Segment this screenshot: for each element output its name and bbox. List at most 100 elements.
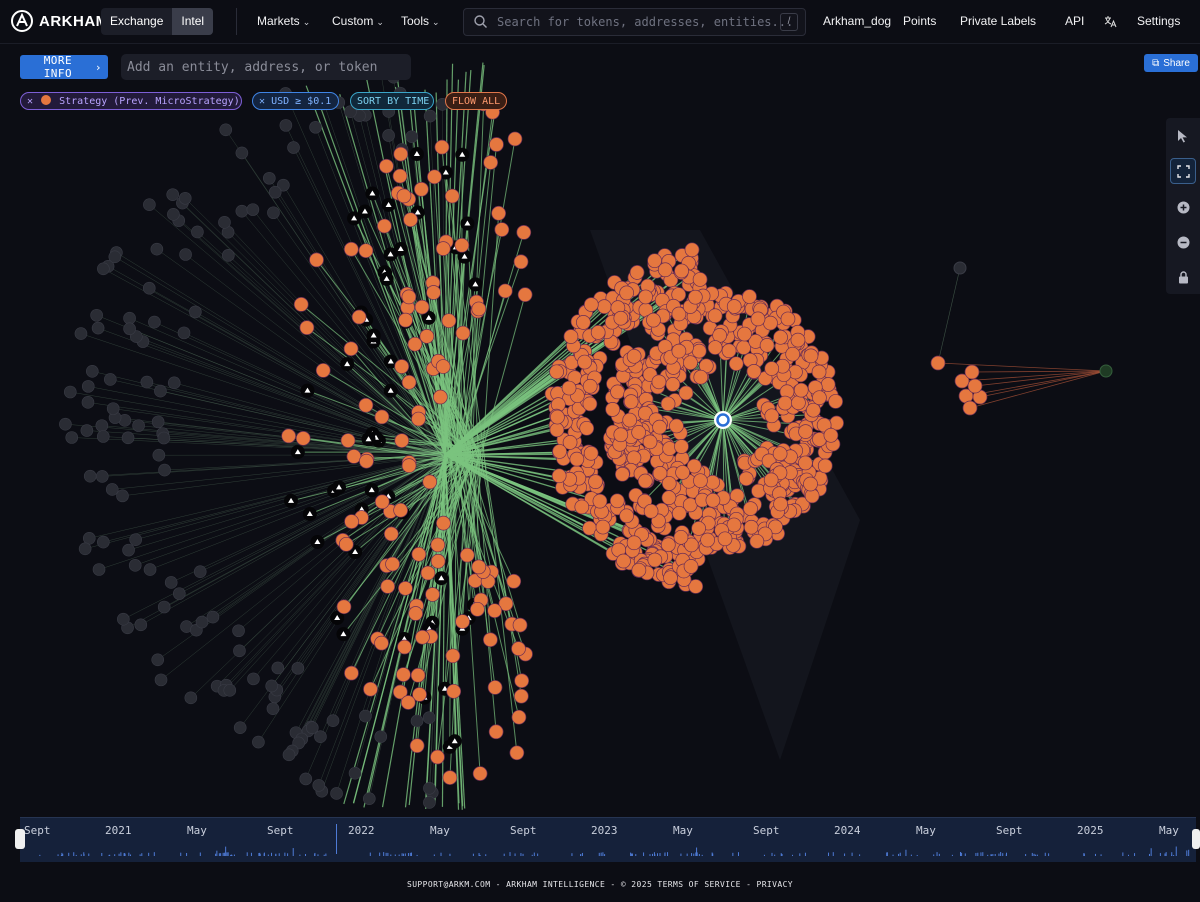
- entity-node[interactable]: [422, 474, 438, 490]
- address-node[interactable]: [134, 618, 148, 632]
- entity-node[interactable]: [619, 285, 635, 301]
- entity-node[interactable]: [605, 402, 620, 417]
- tools-menu[interactable]: Tools ⌄: [401, 0, 440, 43]
- entity-node[interactable]: [497, 283, 513, 299]
- address-node[interactable]: [96, 430, 110, 443]
- entity-node[interactable]: [435, 359, 451, 374]
- close-icon[interactable]: ✕: [27, 96, 33, 107]
- address-node[interactable]: [106, 402, 120, 415]
- entity-node[interactable]: [962, 400, 978, 416]
- exchange-node[interactable]: [357, 204, 372, 219]
- exchange-node[interactable]: [447, 734, 462, 749]
- entity-node[interactable]: [351, 309, 367, 325]
- entity-node[interactable]: [459, 547, 475, 563]
- entity-node[interactable]: [806, 402, 821, 418]
- address-node[interactable]: [140, 375, 154, 389]
- entity-node[interactable]: [377, 218, 392, 234]
- entity-node[interactable]: [616, 553, 631, 569]
- exchange-node[interactable]: [468, 277, 483, 292]
- entity-node[interactable]: [441, 313, 457, 329]
- entity-node[interactable]: [798, 424, 813, 439]
- entity-node[interactable]: [705, 474, 721, 490]
- exchange-node[interactable]: [302, 507, 317, 522]
- entity-node[interactable]: [393, 146, 409, 162]
- entity-node[interactable]: [436, 515, 451, 531]
- entity-node[interactable]: [652, 419, 667, 435]
- entity-node[interactable]: [517, 287, 533, 303]
- entity-node[interactable]: [549, 364, 564, 380]
- address-node[interactable]: [166, 188, 180, 201]
- exchange-node[interactable]: [381, 197, 396, 212]
- entity-node[interactable]: [401, 374, 417, 390]
- entity-node[interactable]: [683, 559, 699, 574]
- strategy-hub-node[interactable]: [714, 411, 732, 429]
- address-node[interactable]: [291, 661, 305, 675]
- entity-node[interactable]: [678, 385, 694, 401]
- entity-node[interactable]: [511, 641, 526, 657]
- strategy-entity-filter-chip[interactable]: ✕ Strategy (Prev. MicroStrategy): [20, 92, 242, 110]
- address-node[interactable]: [123, 322, 136, 336]
- exchange-node[interactable]: [361, 432, 376, 447]
- address-node[interactable]: [247, 672, 260, 686]
- address-node[interactable]: [97, 535, 110, 549]
- entity-node[interactable]: [693, 369, 709, 385]
- entity-node[interactable]: [671, 505, 687, 521]
- entity-node[interactable]: [359, 453, 374, 469]
- address-node[interactable]: [128, 559, 142, 572]
- address-node[interactable]: [91, 321, 105, 335]
- address-node[interactable]: [148, 315, 161, 329]
- address-node[interactable]: [157, 600, 171, 614]
- address-node[interactable]: [92, 563, 106, 576]
- entity-node[interactable]: [420, 565, 436, 581]
- entity-node[interactable]: [631, 425, 646, 440]
- sort-by-time-chip[interactable]: SORT BY TIME: [350, 92, 434, 110]
- address-node[interactable]: [405, 130, 419, 143]
- entity-node[interactable]: [693, 473, 708, 489]
- entity-node[interactable]: [629, 265, 645, 280]
- exchange-node[interactable]: [383, 383, 398, 398]
- address-node[interactable]: [223, 684, 237, 697]
- entity-node[interactable]: [414, 181, 429, 197]
- privacy-link[interactable]: PRIVACY: [757, 880, 794, 889]
- entity-node[interactable]: [651, 374, 667, 390]
- address-node[interactable]: [85, 364, 99, 378]
- entity-node[interactable]: [471, 559, 487, 575]
- entity-node[interactable]: [582, 396, 598, 412]
- address-node[interactable]: [235, 204, 249, 218]
- address-node[interactable]: [422, 711, 436, 724]
- entity-node[interactable]: [315, 363, 331, 378]
- entity-node[interactable]: [483, 155, 498, 170]
- entity-node[interactable]: [550, 409, 565, 425]
- entity-node[interactable]: [764, 361, 780, 376]
- entity-node[interactable]: [610, 384, 625, 400]
- entity-node[interactable]: [338, 536, 354, 552]
- entity-node[interactable]: [930, 355, 946, 371]
- entity-node[interactable]: [626, 535, 642, 551]
- entity-node[interactable]: [691, 521, 706, 536]
- entity-node[interactable]: [401, 458, 417, 473]
- entity-node[interactable]: [430, 537, 446, 553]
- entity-node[interactable]: [512, 617, 528, 633]
- entity-node[interactable]: [671, 343, 687, 359]
- address-node[interactable]: [374, 730, 388, 743]
- entity-node[interactable]: [401, 289, 417, 305]
- entity-node[interactable]: [569, 451, 585, 467]
- entity-node[interactable]: [415, 629, 430, 645]
- exchange-node[interactable]: [340, 357, 355, 372]
- entity-node[interactable]: [823, 427, 839, 443]
- entity-node[interactable]: [513, 254, 529, 270]
- address-node[interactable]: [108, 250, 122, 264]
- entity-node[interactable]: [583, 297, 599, 312]
- entity-node[interactable]: [295, 430, 311, 446]
- entity-node[interactable]: [660, 396, 676, 412]
- address-node[interactable]: [266, 702, 280, 716]
- address-node[interactable]: [178, 191, 192, 205]
- external-node[interactable]: [1099, 364, 1113, 378]
- address-node[interactable]: [152, 448, 166, 462]
- entity-node[interactable]: [494, 222, 510, 237]
- exchange-tab[interactable]: Exchange: [101, 8, 172, 35]
- address-node[interactable]: [132, 419, 145, 432]
- entity-node[interactable]: [967, 378, 983, 394]
- entity-node[interactable]: [516, 225, 532, 240]
- address-node[interactable]: [81, 396, 95, 409]
